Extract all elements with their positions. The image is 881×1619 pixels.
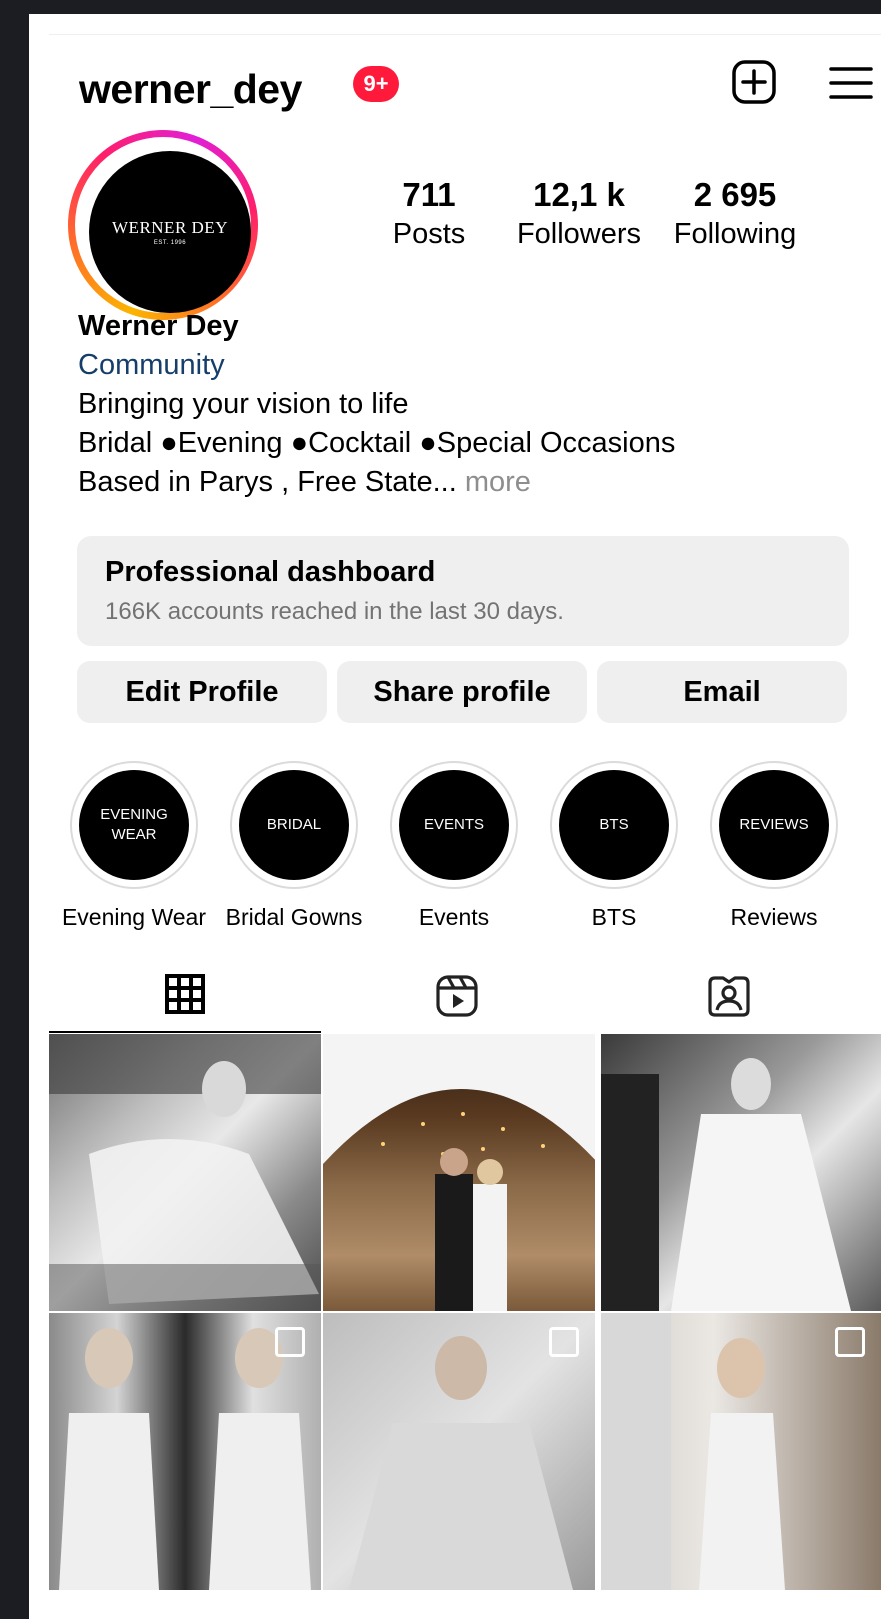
display-name: Werner Dey (78, 310, 239, 342)
highlight-ring: BTS (550, 761, 678, 889)
grid-icon (165, 974, 205, 1014)
highlight-caption: Bridal Gowns (225, 904, 363, 930)
post-thumbnail[interactable] (323, 1034, 595, 1311)
tab-tagged[interactable] (593, 966, 865, 1032)
followers-label: Followers (516, 218, 642, 250)
avatar-logo-text: WERNER DEY (112, 218, 228, 237)
post-thumbnail[interactable] (323, 1313, 595, 1590)
tagged-icon (708, 976, 750, 1017)
highlight-caption: BTS (591, 904, 637, 930)
post-thumbnail[interactable] (49, 1313, 321, 1590)
highlight-ring: REVIEWS (710, 761, 838, 889)
profile-screen: werner_dey 9+ WERNER DEY EST. 1996 711 P… (29, 14, 881, 1619)
post-thumbnail[interactable] (601, 1034, 881, 1311)
post-image-bw-gown (49, 1034, 321, 1311)
posts-label: Posts (392, 218, 466, 250)
stat-following[interactable]: 2 695 Following (660, 176, 810, 251)
highlight-cover: EVENING WEAR (79, 770, 189, 880)
create-button[interactable] (730, 58, 778, 106)
highlight-ring: EVENING WEAR (70, 761, 198, 889)
username[interactable]: werner_dey (79, 66, 302, 113)
avatar-logo-est: EST. 1996 (153, 240, 187, 246)
highlight-ring: EVENTS (390, 761, 518, 889)
tab-grid[interactable] (49, 966, 321, 1032)
story-ring[interactable]: WERNER DEY EST. 1996 (68, 130, 258, 320)
avatar-gap: WERNER DEY EST. 1996 (75, 137, 251, 313)
menu-button[interactable] (827, 64, 875, 104)
highlight-caption: Reviews (730, 904, 818, 930)
post-thumbnail[interactable] (49, 1034, 321, 1311)
bio: Werner Dey Community Bringing your visio… (78, 307, 858, 502)
reels-icon (436, 975, 478, 1017)
following-count: 2 695 (693, 176, 777, 213)
stat-followers[interactable]: 12,1 k Followers (504, 176, 654, 251)
notification-badge[interactable]: 9+ (353, 66, 399, 102)
active-tab-indicator (49, 1031, 321, 1033)
post-image-couple-venue (323, 1034, 595, 1311)
highlight-cover: BTS (559, 770, 669, 880)
carousel-icon (549, 1327, 579, 1357)
posts-count: 711 (402, 176, 456, 213)
highlight-cover: REVIEWS (719, 770, 829, 880)
post-thumbnail[interactable] (601, 1313, 881, 1590)
highlight-cover: EVENTS (399, 770, 509, 880)
bio-line-3: Based in Parys , Free State... more (78, 463, 858, 502)
category-label[interactable]: Community (78, 346, 858, 385)
professional-dashboard[interactable]: Professional dashboard 166K accounts rea… (77, 536, 849, 646)
following-label: Following (673, 218, 797, 250)
highlight-cover: BRIDAL (239, 770, 349, 880)
bio-line-3-text: Based in Parys , Free State... (78, 466, 457, 498)
email-button[interactable]: Email (597, 661, 847, 723)
highlight-ring: BRIDAL (230, 761, 358, 889)
more-link[interactable]: more (457, 466, 531, 498)
carousel-icon (275, 1327, 305, 1357)
highlight-events[interactable]: EVENTS Events (379, 761, 529, 931)
highlight-bts[interactable]: BTS BTS (539, 761, 689, 931)
plus-square-icon (732, 60, 776, 104)
highlight-caption: Events (418, 904, 490, 930)
highlight-bridal-gowns[interactable]: BRIDAL Bridal Gowns (219, 761, 369, 931)
edit-profile-button[interactable]: Edit Profile (77, 661, 327, 723)
highlight-caption: Evening Wear (61, 904, 207, 930)
highlight-reviews[interactable]: REVIEWS Reviews (699, 761, 849, 931)
post-image-bw-cape-gown (601, 1058, 851, 1311)
hamburger-menu-icon (829, 67, 873, 99)
bio-line-1: Bringing your vision to life (78, 388, 409, 420)
avatar: WERNER DEY EST. 1996 (89, 151, 251, 313)
dashboard-title: Professional dashboard (105, 556, 436, 588)
tab-reels[interactable] (321, 966, 593, 1032)
dashboard-subtitle: 166K accounts reached in the last 30 day… (105, 598, 564, 625)
bio-line-2: Bridal ●Evening ●Cocktail ●Special Occas… (78, 427, 676, 459)
carousel-icon (835, 1327, 865, 1357)
followers-count: 12,1 k (533, 176, 625, 213)
highlight-evening-wear[interactable]: EVENING WEAR Evening Wear (59, 761, 209, 931)
share-profile-button[interactable]: Share profile (337, 661, 587, 723)
status-divider (49, 34, 881, 35)
stat-posts[interactable]: 711 Posts (364, 176, 494, 251)
